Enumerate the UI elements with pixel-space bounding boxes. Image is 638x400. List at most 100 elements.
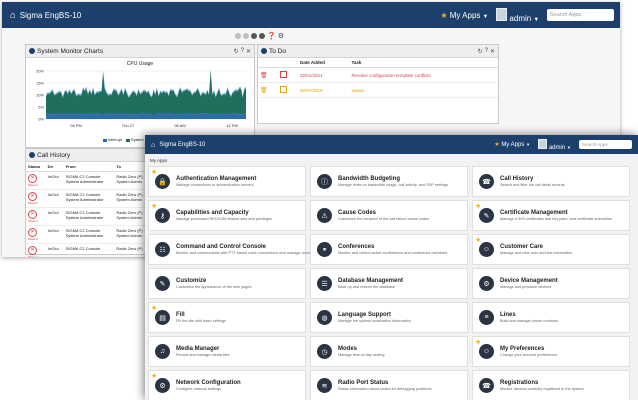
my-apps-menu[interactable]: ★ My Apps ▼ [440,11,488,20]
col-from[interactable]: From [63,162,115,172]
app-name[interactable]: Conferences [338,244,447,250]
user-menu[interactable]: admin ▼ [538,138,571,151]
app-card[interactable]: ★ ▤ Fill Fill the site with basic settings [148,302,306,333]
app-name[interactable]: Media Manager [176,346,230,352]
app-name[interactable]: Fill [176,312,226,318]
favorite-star-icon[interactable]: ★ [151,372,157,380]
app-card[interactable]: ⓘ Bandwidth Budgeting Manage limits on ban… [310,166,468,197]
app-description: Customize the appearance of the web page… [176,285,252,289]
app-name[interactable]: Authentication Management [176,176,256,182]
y-tick-label: 20% [36,69,44,74]
trash-icon[interactable]: 🗑 [260,88,268,94]
app-card[interactable]: ★ ✎ Certificate Management Manage X.509 cer… [472,200,630,231]
brand[interactable]: ⌂ Sigma EngBS-10 [151,140,205,149]
favorite-star-icon[interactable]: ★ [151,202,157,210]
legend-item[interactable]: System [125,138,144,142]
close-icon[interactable]: ✕ [490,48,495,55]
conference-icon: ⚭ [317,242,332,257]
missed-call-icon: ✕ [28,192,37,201]
page-dot[interactable] [251,33,257,39]
app-name[interactable]: Certificate Management [500,210,612,216]
favorite-star-icon[interactable]: ★ [475,202,481,210]
app-card[interactable]: ★ ☺ Customer Care Manage and view user and … [472,234,630,265]
help-icon[interactable]: ❓ [267,32,276,40]
refresh-icon[interactable]: ↻ [478,48,483,55]
favorite-star-icon[interactable]: ★ [475,236,481,244]
app-card[interactable]: ⚠ Cause Codes Customize the behavior of th… [310,200,468,231]
table-row[interactable]: ✕ Missed In/Out SIGMA C2 Console System Admi… [26,225,151,244]
app-text: Customer Care Manage and view user and li… [500,244,572,255]
y-tick-label: 10% [36,93,44,98]
user-menu[interactable]: admin ▼ [496,7,539,23]
app-card[interactable]: ★ ⚙ Network Configuration Configure network… [148,370,306,400]
call-history-panel: Call History Status Dir From To ✕ Missed I… [25,148,152,257]
app-name[interactable]: Customize [176,278,251,284]
app-card[interactable]: ★ ☺ My Preferences Change your account pref… [472,336,630,367]
help-icon[interactable]: ? [241,48,244,54]
app-card[interactable]: ★ ⚷ Capabilities and Capacity Manage purcha… [148,200,306,231]
page-dot[interactable] [259,33,265,39]
app-text: Network Configuration Configure network s… [176,380,241,391]
col-date-added[interactable]: Date Added [298,58,350,68]
help-icon[interactable]: ? [485,48,488,54]
table-row[interactable]: ✕ Missed In/Out SIGMA C2 Console Radio Zero … [26,243,151,257]
table-row[interactable]: ✕ Missed In/Out SIGMA C2 Console System Admi… [26,189,151,208]
app-name[interactable]: Cause Codes [338,210,429,216]
app-card[interactable]: ⚭ Conferences Monitor and control active c… [310,234,468,265]
page-dot[interactable] [235,33,241,39]
app-name[interactable]: Lines [500,312,558,318]
app-card[interactable]: ☰ Database Management Back up and restore … [310,268,468,299]
task-checkbox[interactable] [280,71,287,78]
app-name[interactable]: Call History [500,176,565,182]
favorite-star-icon[interactable]: ★ [151,304,157,312]
app-name[interactable]: Bandwidth Budgeting [338,176,448,182]
todo-task[interactable]: aaaaa [349,82,498,98]
col-task[interactable]: Task [349,58,498,68]
col-dir[interactable]: Dir [45,162,64,172]
app-card[interactable]: ☎ Registrations Monitor devices currently … [472,370,630,400]
search-input[interactable]: Search Apps [579,140,632,149]
device-icon-glyph: ⚙ [483,280,490,288]
app-card[interactable]: ≡ Lines Build and manage phone numbers [472,302,630,333]
app-name[interactable]: Language Support [338,312,411,318]
task-checkbox[interactable] [280,86,287,93]
close-icon[interactable]: ✕ [246,48,251,55]
col-status[interactable]: Status [26,162,46,172]
search-input[interactable]: Search Apps [547,9,614,21]
app-card[interactable]: ★ 🔒 Authentication Management Manage connec… [148,166,306,197]
legend-item[interactable]: Interrupt [102,138,122,142]
table-row: 🗑 02/01/2021 Resolve configuration templ… [258,67,498,83]
gear-icon[interactable]: ⚙ [278,32,284,40]
trash-icon[interactable]: 🗑 [260,73,268,79]
app-card[interactable]: ≋ Radio Port Status Status information abo… [310,370,468,400]
app-name[interactable]: My Preferences [500,346,557,352]
brand[interactable]: ⌂ Sigma EngBS-10 [10,10,81,21]
app-name[interactable]: Registrations [500,380,584,386]
page-dot[interactable] [243,33,249,39]
table-row[interactable]: ✕ Missed In/Out SIGMA C2 Console System Admi… [26,171,151,190]
app-name[interactable]: Customer Care [500,244,572,250]
app-card[interactable]: ✎ Customize Customize the appearance of th… [148,268,306,299]
refresh-icon[interactable]: ↻ [234,48,239,55]
app-text: Customize Customize the appearance of the… [176,278,251,289]
app-name[interactable]: Modes [338,346,384,352]
registration-icon-glyph: ☎ [482,382,491,390]
todo-task[interactable]: Resolve configuration template conflicts [349,67,498,83]
app-card[interactable]: ◷ Modes Manage time-of-day routing [310,336,468,367]
app-name[interactable]: Device Management [500,278,558,284]
my-apps-menu[interactable]: ★ My Apps ▼ [494,141,530,148]
table-row[interactable]: ✕ Missed In/Out SIGMA C2 Console System Admi… [26,207,151,226]
user-icon: ☺ [479,344,494,359]
key-icon-glyph: ⚷ [159,212,166,220]
app-card[interactable]: ☷ Command and Control Console Monitor and … [148,234,335,265]
app-name[interactable]: Database Management [338,278,403,284]
app-card[interactable]: ◍ Language Support Manage the system local… [310,302,468,333]
app-card[interactable]: ⚙ Device Management Manage and provision d… [472,268,630,299]
app-name[interactable]: Radio Port Status [338,380,432,386]
favorite-star-icon[interactable]: ★ [151,168,157,176]
app-name[interactable]: Capabilities and Capacity [176,210,272,216]
app-card[interactable]: ♫ Media Manager Record and manage media fi… [148,336,306,367]
app-card[interactable]: ☎ Call History Search and filter the call … [472,166,630,197]
favorite-star-icon[interactable]: ★ [475,338,481,346]
app-name[interactable]: Network Configuration [176,380,241,386]
